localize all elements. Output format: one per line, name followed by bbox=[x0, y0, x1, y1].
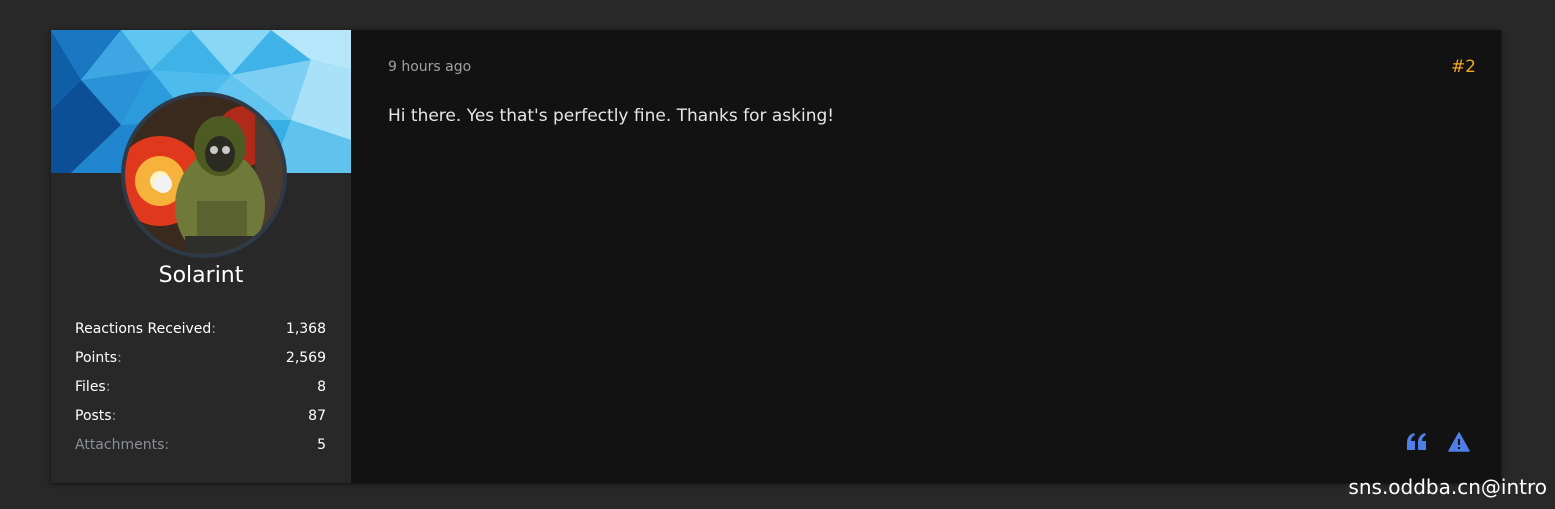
author-sidebar: Solarint Reactions Received: 1,368 Point… bbox=[51, 30, 351, 483]
stat-reactions-received: Reactions Received: 1,368 bbox=[75, 318, 326, 347]
stat-label: Reactions Received bbox=[75, 321, 212, 337]
post-number-link[interactable]: #2 bbox=[1451, 57, 1476, 77]
post-actions bbox=[1406, 431, 1470, 453]
warning-triangle-icon bbox=[1448, 432, 1470, 452]
stat-separator: : bbox=[111, 408, 117, 424]
stat-posts: Posts: 87 bbox=[75, 405, 326, 434]
stat-value: 5 bbox=[317, 437, 326, 453]
username[interactable]: Solarint bbox=[51, 263, 351, 288]
stat-value: 87 bbox=[308, 408, 326, 424]
stat-label: Points bbox=[75, 350, 118, 366]
stat-separator: : bbox=[105, 379, 111, 395]
stat-files: Files: 8 bbox=[75, 376, 326, 405]
forum-post: Solarint Reactions Received: 1,368 Point… bbox=[51, 30, 1501, 483]
post-content: 9 hours ago #2 Hi there. Yes that's perf… bbox=[388, 30, 1476, 483]
stat-value: 8 bbox=[317, 379, 326, 395]
stat-separator: : bbox=[211, 321, 216, 337]
stat-value: 2,569 bbox=[285, 350, 326, 366]
stat-separator: : bbox=[117, 350, 122, 366]
stat-label: Attachments bbox=[75, 437, 165, 453]
quote-button[interactable] bbox=[1406, 431, 1428, 453]
stat-value: 1,368 bbox=[285, 321, 326, 337]
quote-icon bbox=[1407, 433, 1426, 450]
author-stats: Reactions Received: 1,368 Points: 2,569 … bbox=[75, 318, 326, 463]
avatar[interactable] bbox=[121, 92, 287, 258]
watermark: sns.oddba.cn@intro bbox=[1348, 475, 1547, 499]
post-time[interactable]: 9 hours ago bbox=[388, 59, 471, 75]
stat-separator: : bbox=[164, 437, 170, 453]
stat-points: Points: 2,569 bbox=[75, 347, 326, 376]
post-message: Hi there. Yes that's perfectly fine. Tha… bbox=[388, 106, 835, 126]
report-button[interactable] bbox=[1448, 431, 1470, 453]
stat-label: Posts bbox=[75, 408, 112, 424]
stat-attachments: Attachments: 5 bbox=[75, 434, 326, 463]
stat-label: Files bbox=[75, 379, 106, 395]
